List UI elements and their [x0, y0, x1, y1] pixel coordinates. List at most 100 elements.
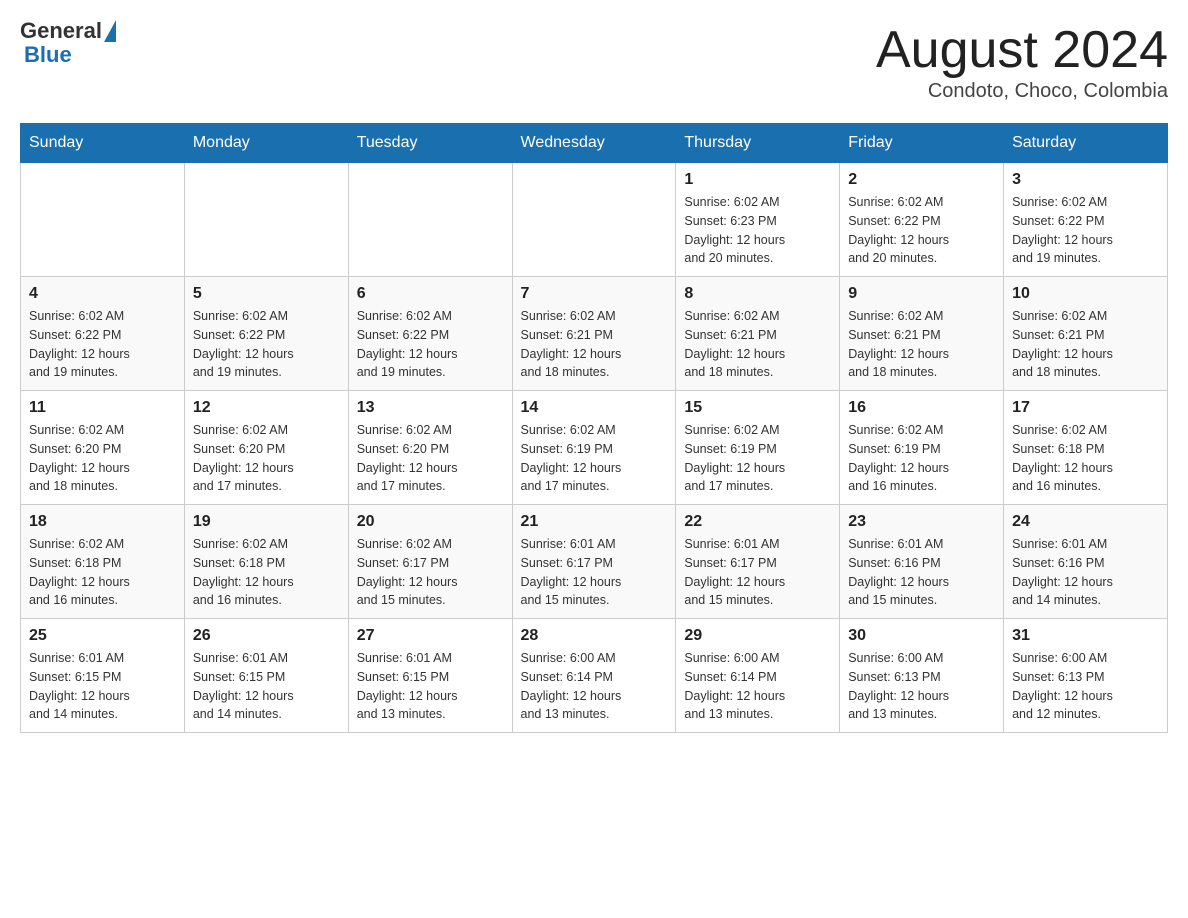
day-number: 9 — [848, 285, 995, 303]
calendar-table: SundayMondayTuesdayWednesdayThursdayFrid… — [20, 123, 1168, 733]
day-number: 17 — [1012, 399, 1159, 417]
day-number: 25 — [29, 627, 176, 645]
calendar-cell: 23 Sunrise: 6:01 AM Sunset: 6:16 PM Dayli… — [840, 505, 1004, 619]
calendar-cell: 24 Sunrise: 6:01 AM Sunset: 6:16 PM Dayli… — [1004, 505, 1168, 619]
calendar-cell: 7 Sunrise: 6:02 AM Sunset: 6:21 PM Daylig… — [512, 277, 676, 391]
day-number: 11 — [29, 399, 176, 417]
calendar-cell: 2 Sunrise: 6:02 AM Sunset: 6:22 PM Daylig… — [840, 163, 1004, 277]
weekday-header-saturday: Saturday — [1004, 124, 1168, 163]
calendar-cell — [21, 163, 185, 277]
day-number: 6 — [357, 285, 504, 303]
logo-triangle-icon — [104, 20, 116, 42]
calendar-cell: 1Sunrise: 6:02 AM Sunset: 6:23 PM Daylig… — [676, 163, 840, 277]
day-info: Sunrise: 6:02 AM Sunset: 6:22 PM Dayligh… — [29, 307, 176, 382]
weekday-header-sunday: Sunday — [21, 124, 185, 163]
day-info: Sunrise: 6:02 AM Sunset: 6:22 PM Dayligh… — [1012, 193, 1159, 268]
weekday-header-row: SundayMondayTuesdayWednesdayThursdayFrid… — [21, 124, 1168, 163]
calendar-cell: 18 Sunrise: 6:02 AM Sunset: 6:18 PM Dayli… — [21, 505, 185, 619]
day-number: 15 — [684, 399, 831, 417]
calendar-cell — [512, 163, 676, 277]
day-info: Sunrise: 6:01 AM Sunset: 6:17 PM Dayligh… — [521, 535, 668, 610]
calendar-cell: 5Sunrise: 6:02 AM Sunset: 6:22 PM Daylig… — [184, 277, 348, 391]
day-info: Sunrise: 6:01 AM Sunset: 6:16 PM Dayligh… — [848, 535, 995, 610]
calendar-cell: 9 Sunrise: 6:02 AM Sunset: 6:21 PM Daylig… — [840, 277, 1004, 391]
day-info: Sunrise: 6:01 AM Sunset: 6:16 PM Dayligh… — [1012, 535, 1159, 610]
day-number: 29 — [684, 627, 831, 645]
calendar-cell — [184, 163, 348, 277]
day-info: Sunrise: 6:00 AM Sunset: 6:14 PM Dayligh… — [521, 649, 668, 724]
day-info: Sunrise: 6:01 AM Sunset: 6:15 PM Dayligh… — [193, 649, 340, 724]
day-number: 19 — [193, 513, 340, 531]
weekday-header-wednesday: Wednesday — [512, 124, 676, 163]
day-info: Sunrise: 6:02 AM Sunset: 6:18 PM Dayligh… — [29, 535, 176, 610]
calendar-cell: 19 Sunrise: 6:02 AM Sunset: 6:18 PM Dayli… — [184, 505, 348, 619]
calendar-cell: 6 Sunrise: 6:02 AM Sunset: 6:22 PM Daylig… — [348, 277, 512, 391]
day-number: 3 — [1012, 171, 1159, 189]
day-number: 31 — [1012, 627, 1159, 645]
weekday-header-thursday: Thursday — [676, 124, 840, 163]
calendar-cell: 25Sunrise: 6:01 AM Sunset: 6:15 PM Dayli… — [21, 619, 185, 733]
calendar-cell: 31Sunrise: 6:00 AM Sunset: 6:13 PM Dayli… — [1004, 619, 1168, 733]
day-info: Sunrise: 6:02 AM Sunset: 6:19 PM Dayligh… — [684, 421, 831, 496]
calendar-cell: 11Sunrise: 6:02 AM Sunset: 6:20 PM Dayli… — [21, 391, 185, 505]
calendar-cell: 4 Sunrise: 6:02 AM Sunset: 6:22 PM Daylig… — [21, 277, 185, 391]
calendar-cell: 15 Sunrise: 6:02 AM Sunset: 6:19 PM Dayli… — [676, 391, 840, 505]
day-number: 1 — [684, 171, 831, 189]
calendar-cell: 17 Sunrise: 6:02 AM Sunset: 6:18 PM Dayli… — [1004, 391, 1168, 505]
calendar-cell: 12 Sunrise: 6:02 AM Sunset: 6:20 PM Dayli… — [184, 391, 348, 505]
page-header: General Blue August 2024 Condoto, Choco,… — [20, 20, 1168, 103]
day-number: 23 — [848, 513, 995, 531]
day-number: 8 — [684, 285, 831, 303]
calendar-cell: 21 Sunrise: 6:01 AM Sunset: 6:17 PM Dayli… — [512, 505, 676, 619]
day-number: 2 — [848, 171, 995, 189]
day-number: 14 — [521, 399, 668, 417]
day-number: 28 — [521, 627, 668, 645]
day-info: Sunrise: 6:02 AM Sunset: 6:21 PM Dayligh… — [848, 307, 995, 382]
day-info: Sunrise: 6:02 AM Sunset: 6:18 PM Dayligh… — [1012, 421, 1159, 496]
day-number: 21 — [521, 513, 668, 531]
month-title: August 2024 — [876, 20, 1168, 80]
calendar-cell: 13Sunrise: 6:02 AM Sunset: 6:20 PM Dayli… — [348, 391, 512, 505]
day-info: Sunrise: 6:01 AM Sunset: 6:17 PM Dayligh… — [684, 535, 831, 610]
day-number: 27 — [357, 627, 504, 645]
day-info: Sunrise: 6:02 AM Sunset: 6:22 PM Dayligh… — [848, 193, 995, 268]
day-number: 5 — [193, 285, 340, 303]
calendar-cell: 10 Sunrise: 6:02 AM Sunset: 6:21 PM Dayli… — [1004, 277, 1168, 391]
day-number: 4 — [29, 285, 176, 303]
calendar-cell: 3 Sunrise: 6:02 AM Sunset: 6:22 PM Daylig… — [1004, 163, 1168, 277]
calendar-cell: 26Sunrise: 6:01 AM Sunset: 6:15 PM Dayli… — [184, 619, 348, 733]
day-info: Sunrise: 6:01 AM Sunset: 6:15 PM Dayligh… — [357, 649, 504, 724]
day-info: Sunrise: 6:02 AM Sunset: 6:18 PM Dayligh… — [193, 535, 340, 610]
logo-general-text: General — [20, 20, 102, 42]
calendar-cell: 20 Sunrise: 6:02 AM Sunset: 6:17 PM Dayli… — [348, 505, 512, 619]
day-info: Sunrise: 6:02 AM Sunset: 6:20 PM Dayligh… — [193, 421, 340, 496]
day-number: 24 — [1012, 513, 1159, 531]
calendar-cell: 22 Sunrise: 6:01 AM Sunset: 6:17 PM Dayli… — [676, 505, 840, 619]
logo-blue-text: Blue — [24, 42, 72, 68]
location-title: Condoto, Choco, Colombia — [876, 80, 1168, 103]
day-number: 30 — [848, 627, 995, 645]
day-number: 22 — [684, 513, 831, 531]
day-number: 18 — [29, 513, 176, 531]
calendar-cell: 27 Sunrise: 6:01 AM Sunset: 6:15 PM Dayli… — [348, 619, 512, 733]
day-info: Sunrise: 6:02 AM Sunset: 6:21 PM Dayligh… — [521, 307, 668, 382]
day-info: Sunrise: 6:00 AM Sunset: 6:13 PM Dayligh… — [848, 649, 995, 724]
day-number: 7 — [521, 285, 668, 303]
calendar-week-2: 4 Sunrise: 6:02 AM Sunset: 6:22 PM Daylig… — [21, 277, 1168, 391]
calendar-cell: 29 Sunrise: 6:00 AM Sunset: 6:14 PM Dayli… — [676, 619, 840, 733]
day-number: 20 — [357, 513, 504, 531]
day-info: Sunrise: 6:00 AM Sunset: 6:14 PM Dayligh… — [684, 649, 831, 724]
calendar-week-1: 1Sunrise: 6:02 AM Sunset: 6:23 PM Daylig… — [21, 163, 1168, 277]
day-info: Sunrise: 6:02 AM Sunset: 6:19 PM Dayligh… — [848, 421, 995, 496]
day-info: Sunrise: 6:02 AM Sunset: 6:21 PM Dayligh… — [1012, 307, 1159, 382]
day-number: 12 — [193, 399, 340, 417]
weekday-header-monday: Monday — [184, 124, 348, 163]
day-info: Sunrise: 6:02 AM Sunset: 6:19 PM Dayligh… — [521, 421, 668, 496]
day-number: 13 — [357, 399, 504, 417]
day-number: 10 — [1012, 285, 1159, 303]
calendar-week-3: 11 Sunrise: 6:02 AM Sunset: 6:20 PM Dayli… — [21, 391, 1168, 505]
day-info: Sunrise: 6:02 AM Sunset: 6:22 PM Dayligh… — [357, 307, 504, 382]
calendar-cell: 28 Sunrise: 6:00 AM Sunset: 6:14 PM Dayli… — [512, 619, 676, 733]
day-number: 16 — [848, 399, 995, 417]
day-info: Sunrise: 6:02 AM Sunset: 6:17 PM Dayligh… — [357, 535, 504, 610]
